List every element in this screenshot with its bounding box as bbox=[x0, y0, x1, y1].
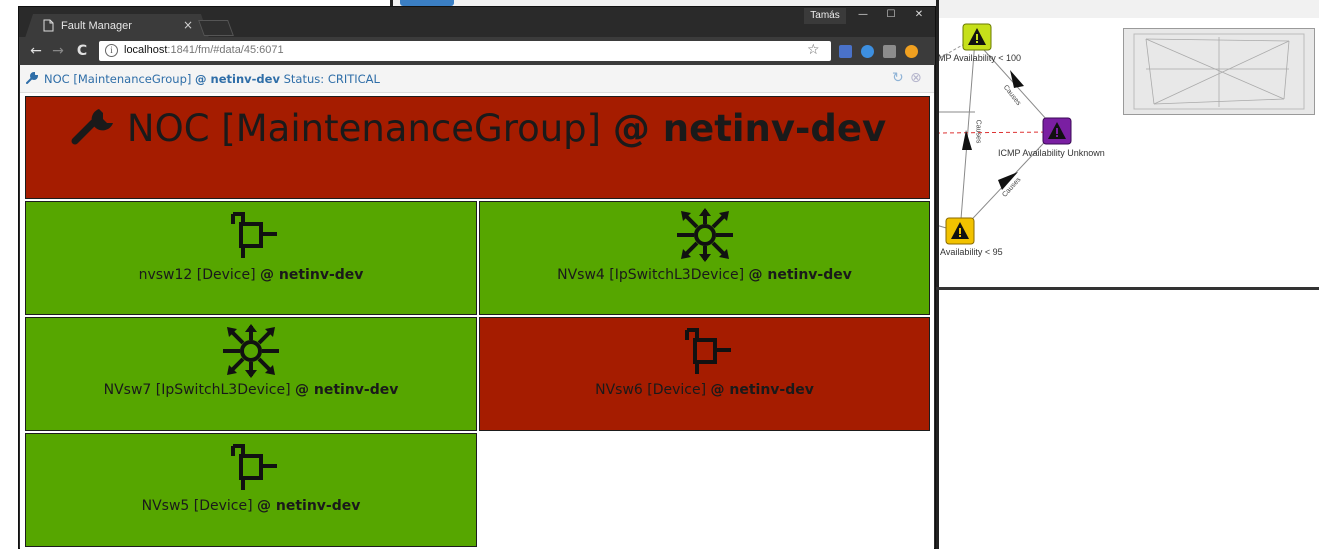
l3-switch-icon bbox=[676, 208, 733, 262]
extension-icon[interactable] bbox=[839, 45, 852, 58]
device-label: NVsw4 [IpSwitchL3Device] @ netinv-dev bbox=[480, 267, 929, 283]
url-host: localhost bbox=[124, 44, 168, 56]
device-name: NVsw4 [IpSwitchL3Device] bbox=[557, 267, 745, 283]
alarm-node-lime[interactable] bbox=[962, 23, 992, 51]
device-name: nvsw12 [Device] bbox=[138, 267, 256, 283]
graph-node-label: ICMP Availability Unknown bbox=[998, 148, 1105, 158]
page-icon bbox=[43, 19, 54, 32]
url-text[interactable]: localhost:1841/fm/#data/45:6071 bbox=[124, 44, 284, 56]
graph-edge-label: Causes bbox=[974, 119, 982, 144]
device-name: NVsw5 [Device] bbox=[141, 498, 253, 514]
device-tile[interactable]: NVsw5 [Device] @ netinv-dev bbox=[25, 433, 477, 547]
wrench-icon bbox=[26, 72, 38, 84]
extension-icon[interactable] bbox=[861, 45, 874, 58]
device-label: nvsw12 [Device] @ netinv-dev bbox=[26, 267, 476, 283]
device-tile[interactable]: NVsw7 [IpSwitchL3Device] @ netinv-dev bbox=[25, 317, 477, 431]
device-icon bbox=[684, 328, 731, 374]
group-title: NOC [MaintenanceGroup] @ netinv-dev bbox=[26, 97, 929, 150]
screen: MP Availability < 100 ICMP Availability … bbox=[0, 0, 1319, 549]
extension-icon[interactable] bbox=[905, 45, 918, 58]
new-tab-button[interactable] bbox=[198, 20, 234, 36]
panel-divider bbox=[936, 287, 1319, 290]
group-status-tile[interactable]: NOC [MaintenanceGroup] @ netinv-dev bbox=[25, 96, 930, 199]
device-tile[interactable]: NVsw4 [IpSwitchL3Device] @ netinv-dev bbox=[479, 201, 930, 315]
window-divider bbox=[936, 0, 939, 549]
device-host: @ netinv-dev bbox=[295, 382, 399, 398]
browser-toolbar: ← → C i localhost:1841/fm/#data/45:6071 … bbox=[19, 37, 935, 65]
profile-button[interactable]: Tamás bbox=[804, 8, 846, 24]
device-host: @ netinv-dev bbox=[260, 267, 364, 283]
l3-switch-icon bbox=[223, 324, 279, 378]
forward-arrow-icon[interactable]: → bbox=[49, 42, 67, 60]
panel-title-host: @ netinv-dev bbox=[195, 72, 280, 86]
device-tile[interactable]: NVsw6 [Device] @ netinv-dev bbox=[479, 317, 930, 431]
device-host: @ netinv-dev bbox=[748, 267, 852, 283]
minimap-graph bbox=[1133, 33, 1305, 110]
tab-close-icon[interactable]: × bbox=[183, 18, 193, 32]
address-bar[interactable]: i localhost:1841/fm/#data/45:6071 ☆ bbox=[99, 41, 831, 61]
info-icon[interactable]: i bbox=[105, 44, 118, 57]
panel-title: NOC [MaintenanceGroup] @ netinv-dev Stat… bbox=[44, 72, 380, 86]
graph-node-label: Availability < 95 bbox=[940, 247, 1003, 257]
device-host: @ netinv-dev bbox=[710, 382, 814, 398]
back-arrow-icon[interactable]: ← bbox=[27, 42, 45, 60]
device-host: @ netinv-dev bbox=[257, 498, 361, 514]
alarm-node-purple[interactable] bbox=[1042, 117, 1072, 145]
device-icon bbox=[231, 444, 277, 490]
browser-window: Fault Manager × Tamás — ☐ ✕ ← → C i loca… bbox=[18, 6, 936, 549]
url-path: :1841/fm/#data/45:6071 bbox=[167, 44, 284, 56]
graph-minimap[interactable] bbox=[1123, 28, 1315, 115]
maximize-button[interactable]: ☐ bbox=[877, 7, 905, 23]
arrowhead bbox=[1010, 70, 1024, 88]
device-label: NVsw7 [IpSwitchL3Device] @ netinv-dev bbox=[26, 382, 476, 398]
wrench-icon bbox=[71, 109, 113, 145]
browser-titlebar: Fault Manager × Tamás — ☐ ✕ bbox=[19, 7, 935, 38]
graph-edge bbox=[935, 131, 1057, 134]
alarm-node-yellow[interactable] bbox=[945, 217, 975, 245]
page-content: NOC [MaintenanceGroup] @ netinv-dev Stat… bbox=[20, 65, 934, 549]
minimize-button[interactable]: — bbox=[849, 7, 877, 23]
panel-title-name: NOC [MaintenanceGroup] bbox=[44, 72, 192, 86]
refresh-icon[interactable]: ↻ bbox=[892, 70, 904, 86]
status-value: CRITICAL bbox=[327, 72, 380, 86]
device-name: NVsw6 [Device] bbox=[595, 382, 707, 398]
group-name: NOC [MaintenanceGroup] bbox=[126, 107, 602, 150]
browser-tab[interactable]: Fault Manager × bbox=[25, 14, 209, 38]
device-label: NVsw6 [Device] @ netinv-dev bbox=[480, 382, 929, 398]
close-window-button[interactable]: ✕ bbox=[905, 7, 933, 23]
reload-icon[interactable]: C bbox=[73, 42, 91, 60]
device-tile[interactable]: nvsw12 [Device] @ netinv-dev bbox=[25, 201, 477, 315]
group-host: @ netinv-dev bbox=[612, 107, 887, 150]
status-label: Status: bbox=[283, 72, 325, 86]
device-icon bbox=[231, 212, 277, 258]
bookmark-star-icon[interactable]: ☆ bbox=[807, 42, 820, 58]
close-panel-icon[interactable]: ⊗ bbox=[910, 70, 922, 86]
tab-title: Fault Manager bbox=[61, 20, 132, 32]
extension-icon[interactable] bbox=[883, 45, 896, 58]
device-name: NVsw7 [IpSwitchL3Device] bbox=[103, 382, 291, 398]
panel-header: NOC [MaintenanceGroup] @ netinv-dev Stat… bbox=[20, 65, 934, 93]
graph-node-label: MP Availability < 100 bbox=[938, 53, 1021, 63]
device-label: NVsw5 [Device] @ netinv-dev bbox=[26, 498, 476, 514]
